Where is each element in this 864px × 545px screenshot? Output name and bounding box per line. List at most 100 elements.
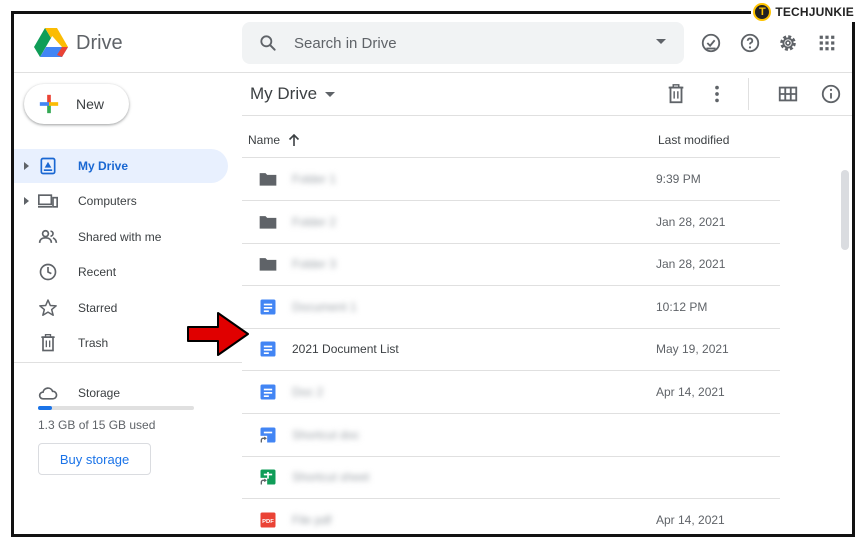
- new-button[interactable]: New: [24, 84, 129, 124]
- help-icon[interactable]: [739, 32, 761, 54]
- file-row[interactable]: Shortcut doc: [242, 414, 780, 457]
- file-modified-date: Jan 28, 2021: [656, 257, 726, 272]
- file-row[interactable]: Folder 1 9:39 PM: [242, 158, 780, 201]
- app-name: Drive: [76, 31, 123, 54]
- buy-storage-button[interactable]: Buy storage: [38, 443, 151, 475]
- sidebar-item-label: Shared with me: [78, 230, 162, 244]
- sidebar: New My Drive Computers Shared with me Re…: [14, 72, 242, 534]
- search-icon[interactable]: [258, 33, 278, 53]
- annotation-arrow-icon: [187, 312, 249, 356]
- file-name[interactable]: Folder 3: [292, 257, 336, 271]
- file-modified-date: May 19, 2021: [656, 342, 729, 357]
- techjunkie-watermark: T TECHJUNKIE: [751, 2, 860, 22]
- sidebar-item-storage[interactable]: Storage: [14, 376, 228, 410]
- pdf-icon: PDF: [258, 510, 278, 530]
- expand-triangle-icon[interactable]: [24, 197, 29, 205]
- file-name[interactable]: Shortcut sheet: [292, 470, 369, 484]
- modified-column-label[interactable]: Last modified: [658, 133, 729, 147]
- scrollbar-thumb[interactable]: [841, 170, 849, 250]
- google-doc-icon: [258, 297, 278, 317]
- sidebar-item-computers[interactable]: Computers: [14, 184, 228, 218]
- name-column-header[interactable]: Name: [248, 133, 300, 147]
- file-modified-date: 10:12 PM: [656, 299, 708, 314]
- file-name[interactable]: Folder 1: [292, 172, 336, 186]
- computers-icon: [38, 194, 58, 208]
- file-modified-date: Jan 28, 2021: [656, 214, 726, 229]
- file-name[interactable]: 2021 Document List: [292, 342, 399, 356]
- file-row[interactable]: Shortcut sheet: [242, 456, 780, 500]
- sidebar-item-label: My Drive: [78, 159, 129, 173]
- file-name[interactable]: File pdf: [292, 513, 331, 527]
- file-modified-date: Apr 14, 2021: [656, 385, 725, 399]
- drive-logo[interactable]: Drive: [34, 28, 123, 58]
- sheet-shortcut-icon: [258, 467, 278, 487]
- chevron-down-icon[interactable]: [325, 91, 336, 97]
- watermark-text: TECHJUNKIE: [775, 5, 854, 19]
- sidebar-item-recent[interactable]: Recent: [14, 255, 228, 289]
- new-button-label: New: [76, 96, 105, 112]
- search-input[interactable]: Search in Drive: [294, 35, 397, 52]
- sidebar-item-label: Trash: [78, 336, 109, 350]
- settings-icon[interactable]: [777, 32, 799, 54]
- my-drive-icon: [40, 157, 56, 175]
- expand-triangle-icon[interactable]: [24, 162, 29, 170]
- watermark-badge-icon: T: [753, 3, 772, 21]
- sidebar-item-label: Computers: [78, 194, 137, 208]
- main-toolbar: My Drive: [242, 72, 852, 116]
- watermark-prefix: TECH: [775, 5, 809, 19]
- breadcrumb[interactable]: My Drive: [250, 84, 336, 104]
- scrollbar[interactable]: [840, 170, 850, 534]
- file-name[interactable]: Shortcut doc: [292, 428, 359, 442]
- shared-icon: [38, 229, 58, 243]
- svg-text:PDF: PDF: [262, 519, 274, 525]
- grid-view-icon[interactable]: [777, 83, 799, 105]
- drive-logo-icon: [34, 28, 68, 57]
- main-content: My Drive Name Last modified Folder 1 9:3…: [242, 72, 852, 534]
- file-name[interactable]: Doc 2: [292, 385, 323, 399]
- top-bar: Drive Search in Drive: [14, 14, 852, 73]
- google-doc-icon: [258, 382, 278, 402]
- more-vert-icon[interactable]: [706, 83, 728, 105]
- column-header: Name Last modified: [242, 125, 780, 158]
- sort-arrow-up-icon[interactable]: [288, 133, 300, 147]
- file-row[interactable]: Document 1 10:12 PM: [242, 286, 780, 329]
- clock-icon: [39, 263, 57, 281]
- search-bar[interactable]: Search in Drive: [242, 22, 684, 64]
- file-name[interactable]: Document 1: [292, 300, 357, 314]
- search-options-icon[interactable]: [656, 39, 666, 44]
- name-column-label[interactable]: Name: [248, 133, 280, 147]
- trash-icon: [41, 334, 55, 352]
- file-modified-date: Apr 14, 2021: [656, 512, 725, 527]
- sidebar-divider: [14, 362, 242, 363]
- apps-grid-icon[interactable]: [816, 32, 838, 54]
- doc-shortcut-icon: [258, 425, 278, 445]
- sidebar-item-label: Recent: [78, 265, 117, 279]
- file-modified-date: 9:39 PM: [656, 172, 701, 186]
- folder-icon: [258, 254, 278, 274]
- info-icon[interactable]: [820, 83, 842, 105]
- toolbar-divider: [748, 78, 749, 110]
- cloud-icon: [38, 387, 58, 400]
- sidebar-item-my-drive[interactable]: My Drive: [14, 149, 228, 183]
- page-title[interactable]: My Drive: [250, 84, 317, 104]
- file-row[interactable]: PDF File pdf Apr 14, 2021: [242, 499, 780, 534]
- offline-check-icon[interactable]: [700, 32, 722, 54]
- drive-window: Drive Search in Drive New My Drive Compu…: [11, 11, 855, 537]
- sidebar-item-shared-with-me[interactable]: Shared with me: [14, 220, 228, 254]
- storage-usage-bar: [38, 406, 194, 410]
- plus-icon: [39, 94, 59, 114]
- file-name[interactable]: Folder 2: [292, 215, 336, 229]
- folder-icon: [258, 212, 278, 232]
- trash-icon[interactable]: [665, 83, 687, 105]
- star-icon: [39, 299, 57, 317]
- file-row[interactable]: Folder 2 Jan 28, 2021: [242, 201, 780, 244]
- storage-usage-text: 1.3 GB of 15 GB used: [38, 418, 156, 432]
- google-doc-icon: [258, 339, 278, 359]
- file-row[interactable]: Folder 3 Jan 28, 2021: [242, 243, 780, 287]
- folder-icon: [258, 169, 278, 189]
- watermark-suffix: JUNKIE: [808, 5, 854, 19]
- storage-label: Storage: [78, 386, 121, 400]
- file-row[interactable]: Doc 2 Apr 14, 2021: [242, 371, 780, 414]
- file-row[interactable]: 2021 Document List May 19, 2021: [242, 328, 780, 372]
- storage-usage-fill: [38, 406, 52, 410]
